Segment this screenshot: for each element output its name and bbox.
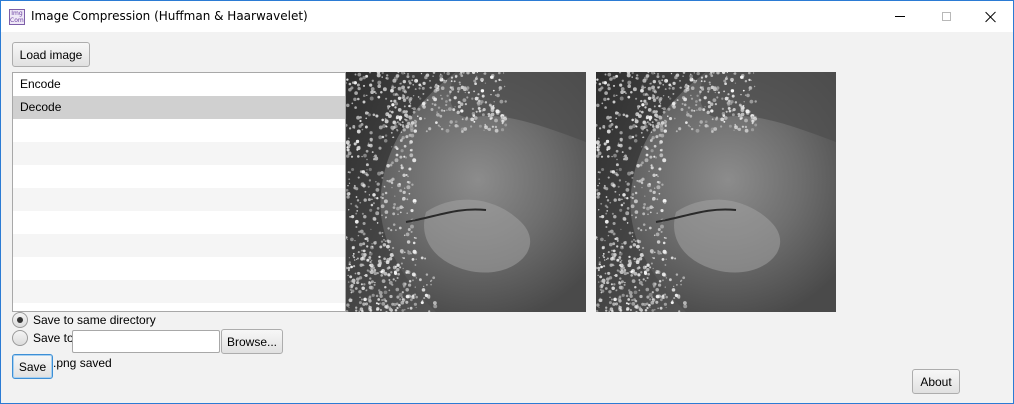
- close-icon: [985, 11, 997, 23]
- list-item-empty: [13, 188, 345, 211]
- window-title: Image Compression (Huffman & Haarwavelet…: [31, 9, 308, 23]
- about-button[interactable]: About: [912, 369, 960, 394]
- minimize-icon: [895, 16, 905, 17]
- save-to-option[interactable]: Save to: [12, 330, 74, 346]
- save-path-input[interactable]: [72, 330, 220, 353]
- list-item-empty: [13, 257, 345, 280]
- operation-list[interactable]: Encode Decode: [12, 72, 346, 312]
- save-same-directory-label: Save to same directory: [33, 313, 156, 327]
- minimize-button[interactable]: [877, 1, 923, 32]
- maximize-icon: [941, 12, 951, 21]
- app-window: Img Comp Image Compression (Huffman & Ha…: [0, 0, 1014, 404]
- list-item-empty: [13, 165, 345, 188]
- title-bar[interactable]: Img Comp Image Compression (Huffman & Ha…: [1, 1, 1013, 32]
- radio-save-to[interactable]: [12, 330, 28, 346]
- load-image-button[interactable]: Load image: [12, 42, 90, 67]
- list-item-empty: [13, 119, 345, 142]
- save-button[interactable]: Save: [12, 354, 53, 379]
- list-item-decode[interactable]: Decode: [13, 96, 345, 119]
- save-same-directory-option[interactable]: Save to same directory: [12, 312, 156, 328]
- list-item-empty: [13, 142, 345, 165]
- decoded-image: [596, 72, 836, 312]
- list-item-empty: [13, 211, 345, 234]
- list-item-empty: [13, 234, 345, 257]
- list-item-empty: [13, 303, 345, 311]
- maximize-button[interactable]: [923, 1, 969, 32]
- original-image: [346, 72, 586, 312]
- save-to-label: Save to: [33, 331, 74, 345]
- app-icon: Img Comp: [9, 9, 25, 25]
- browse-button[interactable]: Browse...: [221, 329, 283, 354]
- status-message: .png saved: [53, 356, 112, 370]
- list-item-empty: [13, 280, 345, 303]
- radio-same-directory[interactable]: [12, 312, 28, 328]
- list-item-encode[interactable]: Encode: [13, 73, 345, 96]
- close-button[interactable]: [968, 1, 1014, 32]
